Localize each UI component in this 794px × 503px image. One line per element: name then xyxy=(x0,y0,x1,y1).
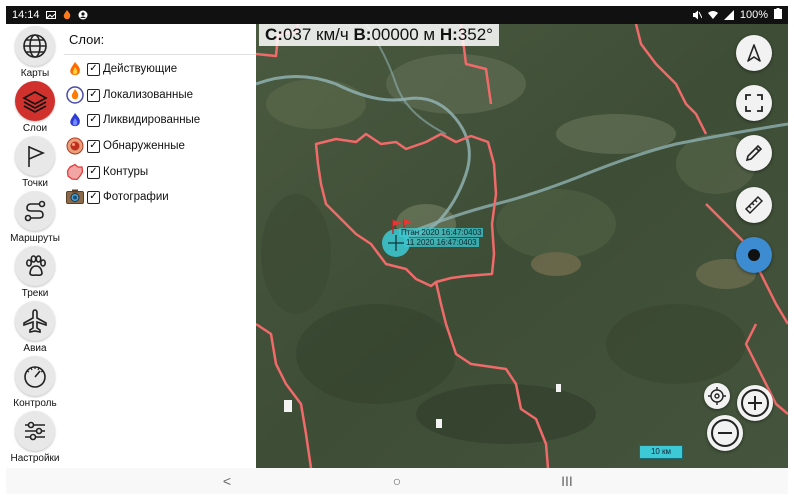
sidebar-item-label: Треки xyxy=(21,288,49,299)
sidebar-item-label: Маршруты xyxy=(10,233,60,244)
layer-label: Действующие xyxy=(103,63,178,75)
signal-icon xyxy=(723,10,734,20)
recents-button[interactable]: III xyxy=(557,473,577,489)
layer-label: Локализованные xyxy=(103,89,194,101)
system-nav-bar: < ○ III xyxy=(6,468,788,494)
battery-percent: 100% xyxy=(739,9,768,21)
back-button[interactable]: < xyxy=(217,473,237,489)
app-frame: 14:14 100% Карты Слои Точки Маршруты Тре… xyxy=(0,0,794,503)
map-scale: 10 км xyxy=(639,445,683,459)
draw-button[interactable] xyxy=(736,135,772,171)
readout-b-value: 00000 м xyxy=(371,25,436,44)
layer-checkbox[interactable]: ✓ xyxy=(87,62,100,76)
layers-title: Слои: xyxy=(69,32,105,47)
account-icon xyxy=(78,10,88,20)
sidebar-item-points[interactable]: Точки xyxy=(6,136,64,189)
fullscreen-icon xyxy=(745,94,763,112)
sidebar-item-label: Карты xyxy=(20,68,50,79)
layer-extinguished[interactable]: ✓ Ликвидированные xyxy=(64,110,200,130)
image-icon xyxy=(45,10,56,20)
layer-checkbox[interactable]: ✓ xyxy=(87,165,100,179)
layer-checkbox[interactable]: ✓ xyxy=(87,113,100,127)
layer-detected[interactable]: ✓ Обнаруженные xyxy=(64,136,185,156)
mute-icon xyxy=(692,10,703,20)
sidebar-item-label: Настройки xyxy=(10,453,60,464)
layer-contours[interactable]: ✓ Контуры xyxy=(64,162,148,182)
layer-localized[interactable]: ✓ Локализованные xyxy=(64,85,193,105)
plus-icon xyxy=(741,389,769,417)
layer-checkbox[interactable]: ✓ xyxy=(87,139,100,153)
sidebar-item-label: Точки xyxy=(22,178,48,189)
marker-label: Птан 2020 16:47:0403 xyxy=(399,228,484,237)
layers-panel: Слои: ✓ Действующие ✓ Локализованные ✓ Л… xyxy=(64,24,257,468)
sliders-icon xyxy=(15,411,55,451)
status-bar: 14:14 100% xyxy=(6,6,788,24)
sidebar-item-maps[interactable]: Карты xyxy=(6,26,64,79)
sidebar-item-label: Контроль xyxy=(13,398,57,409)
layers-icon xyxy=(15,81,55,121)
active-fire-icon xyxy=(66,60,84,78)
zoom-out-button[interactable] xyxy=(707,415,743,451)
readout-h-value: 352° xyxy=(457,25,493,44)
fire-icon xyxy=(62,10,72,20)
layer-active[interactable]: ✓ Действующие xyxy=(64,59,177,79)
layer-checkbox[interactable]: ✓ xyxy=(87,88,100,102)
marker-label: 11 2020 16:47:0403 xyxy=(404,238,479,247)
contour-icon xyxy=(66,163,84,181)
flag-icon xyxy=(15,136,55,176)
sidebar-item-aviation[interactable]: Авиа xyxy=(6,301,64,354)
my-location-button[interactable] xyxy=(704,383,730,409)
readout-h-label: Н: xyxy=(439,25,458,44)
readout-c-value: 037 км/ч xyxy=(282,25,349,44)
ruler-icon xyxy=(744,195,764,215)
navigation-arrow-icon xyxy=(747,44,761,62)
sidebar-item-routes[interactable]: Маршруты xyxy=(6,191,64,244)
gauge-icon xyxy=(15,356,55,396)
minus-icon xyxy=(711,419,739,447)
crosshair-icon xyxy=(708,387,726,405)
layer-label: Фотографии xyxy=(103,191,169,203)
divider xyxy=(64,54,256,55)
extinguished-fire-icon xyxy=(66,111,84,129)
readout-b-label: В: xyxy=(353,25,372,44)
layer-checkbox[interactable]: ✓ xyxy=(87,190,100,204)
pencil-icon xyxy=(745,144,763,162)
airplane-icon xyxy=(15,301,55,341)
battery-icon xyxy=(774,8,782,22)
record-track-button[interactable] xyxy=(736,237,772,273)
zoom-in-button[interactable] xyxy=(737,385,773,421)
home-button[interactable]: ○ xyxy=(387,473,407,489)
gps-readout: С:037 км/ч В:00000 м Н:352° xyxy=(259,24,499,46)
layer-photos[interactable]: ✓ Фотографии xyxy=(64,187,169,207)
photo-icon xyxy=(66,188,84,206)
fullscreen-button[interactable] xyxy=(736,85,772,121)
compass-button[interactable] xyxy=(736,35,772,71)
paw-icon xyxy=(15,246,55,286)
globe-icon xyxy=(15,26,55,66)
sidebar-item-label: Слои xyxy=(22,123,48,134)
record-icon xyxy=(748,249,760,261)
wifi-icon xyxy=(707,10,718,20)
map-view[interactable]: Птан 2020 16:47:0403 11 2020 16:47:0403 … xyxy=(256,24,788,468)
sidebar-item-control[interactable]: Контроль xyxy=(6,356,64,409)
sidebar-item-label: Авиа xyxy=(23,343,47,354)
sidebar-item-tracks[interactable]: Треки xyxy=(6,246,64,299)
sidebar-item-layers[interactable]: Слои xyxy=(6,81,64,134)
readout-c-label: С: xyxy=(265,25,283,44)
sidebar-item-settings[interactable]: Настройки xyxy=(6,411,64,464)
status-time: 14:14 xyxy=(12,9,40,21)
detected-fire-icon xyxy=(66,137,84,155)
localized-fire-icon xyxy=(66,86,84,104)
layer-label: Обнаруженные xyxy=(103,140,185,152)
layer-label: Контуры xyxy=(103,166,149,178)
route-icon xyxy=(15,191,55,231)
layer-label: Ликвидированные xyxy=(103,114,201,126)
measure-button[interactable] xyxy=(736,187,772,223)
sidebar: Карты Слои Точки Маршруты Треки Авиа Кон… xyxy=(6,24,64,468)
